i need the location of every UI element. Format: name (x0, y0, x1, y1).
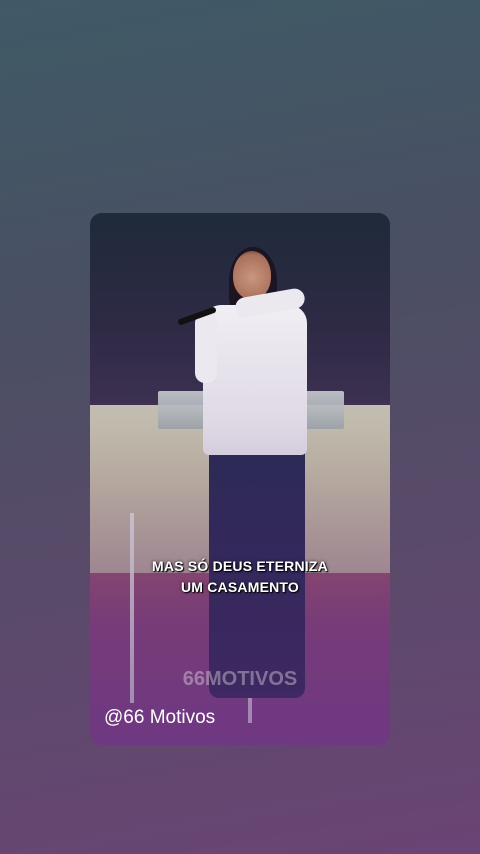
author-handle[interactable]: @66 Motivos (104, 707, 215, 729)
video-card[interactable]: MAS SÓ DEUS ETERNIZA UM CASAMENTO 66MOTI… (90, 213, 390, 745)
video-caption-line-1: MAS SÓ DEUS ETERNIZA (152, 558, 328, 574)
video-caption-line-2: UM CASAMENTO (180, 579, 300, 595)
video-watermark: 66MOTIVOS (182, 668, 298, 690)
